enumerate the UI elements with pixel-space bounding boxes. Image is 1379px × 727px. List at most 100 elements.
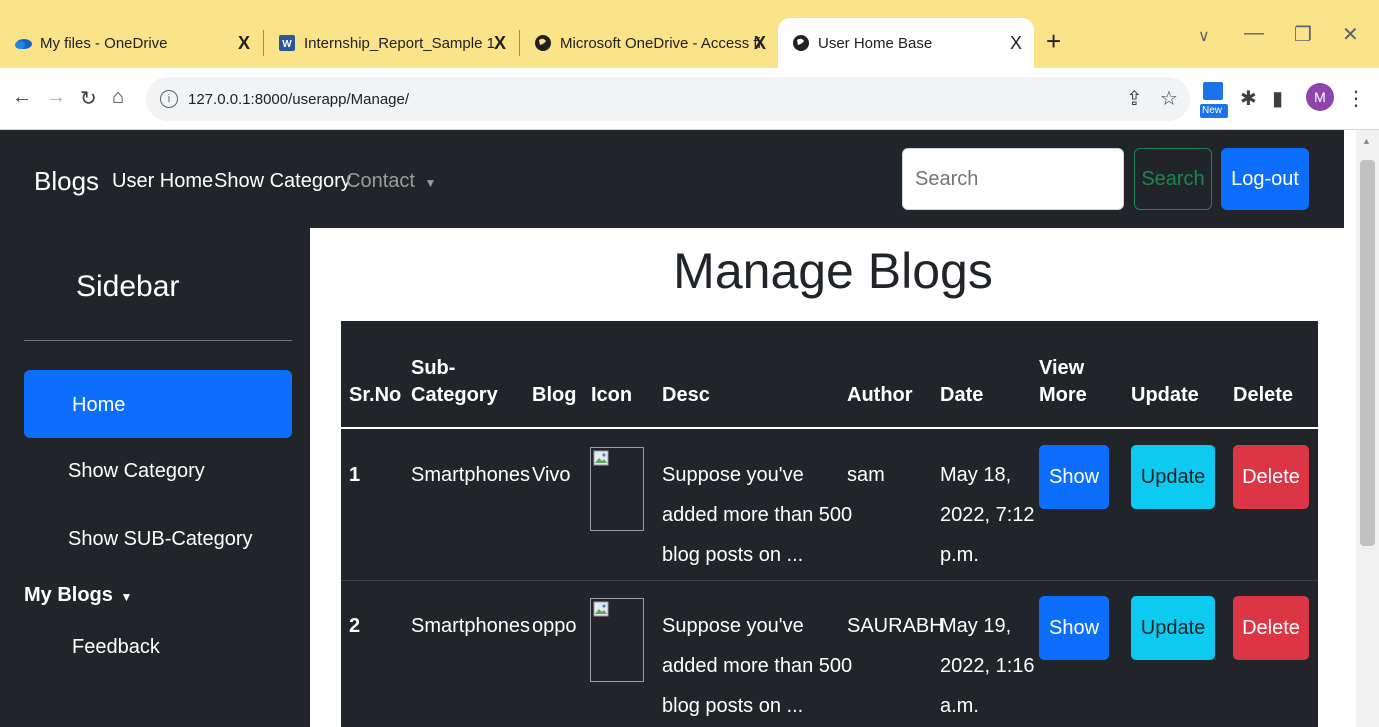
extensions-puzzle-icon[interactable]: ✱ [1240,86,1257,111]
browser-toolbar: ← → ↻ ⌂ i 127.0.0.1:8000/userapp/Manage/… [0,68,1379,130]
forward-icon[interactable]: → [46,86,66,109]
restore-icon[interactable]: ❐ [1294,22,1312,47]
logout-button[interactable]: Log-out [1221,148,1309,210]
cell-desc-line3: blog posts on ... [662,544,804,566]
sidebar-item-label: Home [72,394,126,416]
col-header-subcategory-line1: Sub- [411,357,456,379]
col-header-srno: Sr.No [349,384,402,406]
tab-my-files-onedrive[interactable]: My files - OneDrive X [0,18,262,68]
cell-author: sam [847,464,885,486]
menu-kebab-icon[interactable]: ⋮ [1346,86,1366,111]
scroll-thumb[interactable] [1360,160,1375,546]
broken-image-icon [590,598,644,682]
close-tab-icon[interactable]: X [754,33,766,54]
table-header: Sr.No Sub- Category Blog Icon Desc Autho… [341,321,1318,429]
col-header-update: Update [1131,384,1199,406]
update-button[interactable]: Update [1131,445,1215,509]
col-header-subcategory-line2: Category [411,384,498,406]
cell-date-line3: a.m. [940,695,979,717]
show-button[interactable]: Show [1039,445,1109,509]
col-header-view-more: View More [1039,355,1087,409]
side-panel-icon[interactable]: ▮ [1272,86,1283,111]
caret-down-icon: ▼ [120,590,133,604]
cell-date-line3: p.m. [940,544,979,566]
tab-title: My files - OneDrive [40,34,168,52]
sidebar-divider [24,340,292,341]
col-header-subcategory: Sub- Category [411,355,498,409]
search-button[interactable]: Search [1134,148,1212,210]
address-bar[interactable]: i 127.0.0.1:8000/userapp/Manage/ [146,77,1190,121]
close-tab-icon[interactable]: X [238,33,250,54]
minimize-icon[interactable]: — [1244,22,1264,45]
nav-contact-dropdown[interactable]: Contact ▼ [346,170,436,193]
sidebar-item-feedback[interactable]: Feedback [72,636,160,659]
sidebar-item-label: My Blogs [24,584,113,606]
sidebar-title: Sidebar [76,270,180,303]
sidebar: Sidebar Home Show Category Show SUB-Cate… [0,228,310,727]
search-input[interactable] [902,148,1124,210]
new-tab-button[interactable]: + [1046,26,1061,57]
col-header-desc: Desc [662,384,710,406]
cell-desc-line1: Suppose you've [662,464,804,486]
home-icon[interactable]: ⌂ [112,86,124,109]
globe-icon [534,34,552,52]
caret-down-icon: ▼ [424,176,437,190]
table-row: 2 Smartphones oppo Suppose you've added … [341,582,1318,727]
profile-avatar[interactable]: M [1306,83,1334,111]
cell-date-line1: May 19, [940,615,1012,637]
tab-title: Internship_Report_Sample 1.docx [304,34,500,52]
tab-internship-report[interactable]: W Internship_Report_Sample 1.docx X [264,18,518,68]
globe-icon [792,34,810,52]
close-tab-icon[interactable]: X [1010,33,1022,54]
tab-microsoft-onedrive[interactable]: Microsoft OneDrive - Access files X [520,18,778,68]
blogs-table: Sr.No Sub- Category Blog Icon Desc Autho… [341,321,1318,727]
scroll-up-icon[interactable]: ▲ [1362,136,1371,146]
show-button[interactable]: Show [1039,596,1109,660]
new-badge-label: New [1202,105,1223,116]
cell-date: May 18, 2022, 7:12 p.m. [940,455,1035,575]
onedrive-icon [14,34,32,52]
brand-link[interactable]: Blogs [34,166,99,197]
sidebar-item-home[interactable]: Home [24,370,292,438]
cell-blog: Vivo [532,464,571,486]
cell-subcategory: Smartphones [411,464,530,486]
cell-date-line2: 2022, 1:16 [940,655,1035,677]
site-info-icon[interactable]: i [160,90,178,108]
tab-search-icon[interactable]: ∨ [1198,26,1210,46]
reload-icon[interactable]: ↻ [80,86,97,111]
table-row: 1 Smartphones Vivo Suppose you've added … [341,431,1318,581]
cell-srno: 1 [349,464,361,486]
close-window-icon[interactable]: ✕ [1342,22,1359,47]
nav-user-home[interactable]: User Home [112,170,213,193]
url-text: 127.0.0.1:8000/userapp/Manage/ [188,90,410,108]
tab-title: User Home Base [818,34,933,52]
sidebar-item-show-sub-category[interactable]: Show SUB-Category [68,528,253,551]
sidebar-item-show-category[interactable]: Show Category [68,460,205,483]
cell-srno: 2 [349,615,361,637]
broken-image-icon [590,447,644,531]
col-header-delete: Delete [1233,384,1294,406]
col-header-view-line2: More [1039,384,1087,406]
col-header-blog: Blog [532,384,577,406]
tab-user-home-base[interactable]: User Home Base X [778,18,1034,68]
page-content: Blogs User Home Show Category Contact ▼ … [0,130,1356,727]
cell-date-line1: May 18, [940,464,1012,486]
sidebar-my-blogs-dropdown[interactable]: My Blogs ▼ [24,584,132,607]
nav-show-category[interactable]: Show Category [214,170,351,193]
cell-desc: Suppose you've added more than 500 blog … [662,455,852,575]
delete-button[interactable]: Delete [1233,445,1309,509]
update-button[interactable]: Update [1131,596,1215,660]
cell-date-line2: 2022, 7:12 [940,504,1035,526]
back-icon[interactable]: ← [12,86,32,109]
col-header-view-line1: View [1039,357,1085,379]
tab-title: Microsoft OneDrive - Access files [560,34,760,52]
new-extension-icon[interactable]: New [1200,80,1228,122]
bookmark-star-icon[interactable]: ☆ [1160,86,1178,111]
col-header-author: Author [847,384,913,406]
cell-blog: oppo [532,615,577,637]
close-tab-icon[interactable]: X [494,33,506,54]
share-icon[interactable]: ⇪ [1126,86,1143,111]
delete-button[interactable]: Delete [1233,596,1309,660]
cell-date: May 19, 2022, 1:16 a.m. [940,606,1035,726]
cell-subcategory: Smartphones [411,615,530,637]
